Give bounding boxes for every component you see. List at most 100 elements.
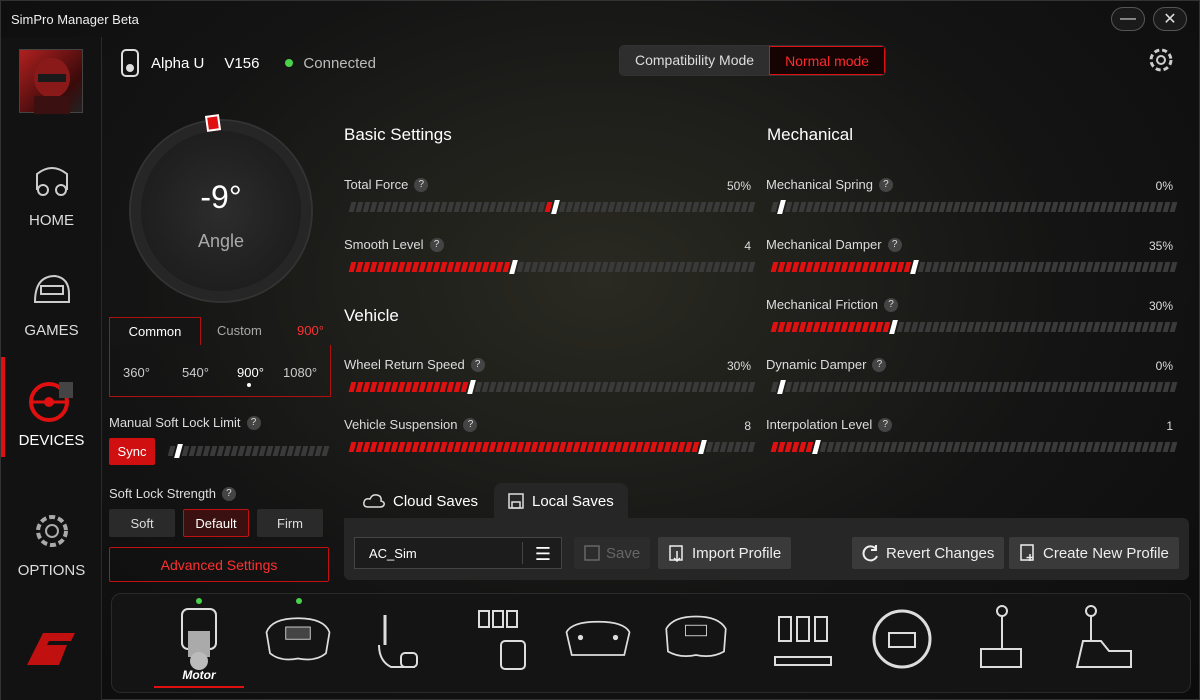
param-slider[interactable] (348, 440, 756, 454)
status-dot (285, 59, 294, 67)
help-icon[interactable]: ? (878, 417, 893, 432)
sidebar-item-devices[interactable]: DEVICES (1, 357, 102, 457)
pedal-set-icon[interactable] (471, 601, 541, 681)
device-header: Alpha U V156 Connected (119, 45, 376, 81)
cloud-saves-label: Cloud Saves (393, 492, 479, 510)
selected-indicator (247, 383, 251, 387)
param-value: 30% (726, 359, 751, 373)
help-icon[interactable]: ? (887, 237, 902, 252)
formula-wheel-outline-icon[interactable] (563, 601, 633, 681)
create-profile-label: Create New Profile (1043, 544, 1169, 562)
gt-wheel-icon[interactable] (661, 601, 731, 681)
param-value: 0% (1155, 359, 1173, 373)
revert-changes-button[interactable]: Revert Changes (852, 537, 1005, 569)
avatar[interactable] (19, 49, 83, 114)
selected-device-label: Motor (182, 668, 216, 682)
param-slider[interactable] (770, 320, 1178, 334)
slider-track-segment (747, 262, 756, 272)
tab-common[interactable]: Common (109, 317, 201, 345)
param-slider[interactable] (770, 200, 1178, 214)
param-slider[interactable] (770, 380, 1178, 394)
mechanical-title: Mechanical (767, 125, 853, 144)
help-icon[interactable]: ? (246, 415, 261, 430)
import-profile-label: Import Profile (692, 544, 782, 562)
param-slider[interactable] (770, 260, 1178, 274)
angle-option[interactable]: 540° (182, 365, 209, 380)
sidebar-item-games[interactable]: GAMES (1, 247, 102, 347)
close-button[interactable]: ✕ (1153, 7, 1187, 31)
sync-button[interactable]: Sync (109, 438, 155, 465)
compatibility-mode-button[interactable]: Compatibility Mode (620, 46, 770, 75)
minimize-button[interactable]: — (1111, 7, 1145, 31)
sidebar: HOME GAMES DEVICES OPTIONS (1, 37, 102, 700)
param-value: 4 (744, 239, 751, 253)
param-label-text: Mechanical Damper (766, 237, 882, 252)
round-wheel-icon[interactable] (867, 601, 937, 681)
tab-custom[interactable]: Custom (217, 317, 262, 345)
save-button[interactable]: Save (574, 537, 651, 569)
steering-wheel-icon (28, 382, 73, 422)
save-label: Save (606, 544, 641, 562)
soft-button[interactable]: Soft (109, 509, 175, 537)
help-icon[interactable]: ? (878, 177, 893, 192)
param-label: Smooth Level? (344, 237, 444, 252)
param-slider[interactable] (348, 200, 756, 214)
angle-option-selected[interactable]: 900° (237, 365, 264, 380)
local-saves-tab[interactable]: Local Saves (494, 483, 628, 519)
app-window: SimPro Manager Beta — ✕ HOME GAMES DEVIC… (0, 0, 1200, 700)
param-slider[interactable] (348, 260, 756, 274)
create-profile-button[interactable]: Create New Profile (1009, 537, 1179, 569)
soft-lock-label: Manual Soft Lock Limit ? (109, 415, 261, 430)
param-slider[interactable] (348, 380, 756, 394)
param-label: Mechanical Friction? (766, 297, 898, 312)
sidebar-item-home[interactable]: HOME (1, 137, 102, 237)
help-icon[interactable]: ? (872, 357, 887, 372)
param-label: Dynamic Damper? (766, 357, 887, 372)
help-icon[interactable]: ? (429, 237, 444, 252)
handbrake-icon[interactable] (967, 601, 1037, 681)
soft-lock-slider[interactable] (167, 444, 330, 458)
help-icon[interactable]: ? (414, 177, 429, 192)
help-icon[interactable]: ? (470, 357, 485, 372)
menu-icon[interactable]: ☰ (535, 544, 551, 565)
help-icon[interactable]: ? (884, 297, 898, 312)
param-label-text: Wheel Return Speed (344, 357, 465, 372)
slider-track-segment (1169, 322, 1178, 332)
profile-select[interactable]: AC_Sim ☰ (354, 537, 562, 569)
help-icon[interactable]: ? (221, 486, 236, 501)
angle-dial: -9° Angle (131, 121, 311, 301)
formula-wheel-icon[interactable] (263, 601, 333, 681)
param-label-text: Smooth Level (344, 237, 424, 252)
help-icon[interactable]: ? (463, 417, 478, 432)
angle-option[interactable]: 1080° (283, 365, 317, 380)
slider-track-segment (1169, 202, 1178, 212)
firm-button[interactable]: Firm (257, 509, 323, 537)
shifter-handbrake-icon[interactable] (371, 601, 441, 681)
save-disk-icon (584, 545, 600, 561)
selected-device-underline (154, 686, 244, 688)
device-name: Alpha U (151, 54, 205, 72)
slider-track-segment (747, 382, 756, 392)
app-title: SimPro Manager Beta (11, 11, 139, 27)
vehicle-title: Vehicle (344, 306, 399, 325)
cloud-saves-tab[interactable]: Cloud Saves (349, 483, 492, 519)
pedals-icon[interactable] (771, 601, 841, 681)
settings-gear-icon[interactable] (1147, 46, 1175, 74)
slider-track-segment (321, 446, 330, 456)
param-value: 35% (1148, 239, 1173, 253)
home-car-icon (35, 167, 68, 196)
angle-option[interactable]: 360° (123, 365, 150, 380)
param-slider[interactable] (770, 440, 1178, 454)
normal-mode-button[interactable]: Normal mode (769, 46, 886, 75)
motor-icon (121, 49, 139, 77)
sidebar-item-options[interactable]: OPTIONS (1, 487, 102, 587)
sequential-shifter-icon[interactable] (1069, 601, 1139, 681)
minimize-icon: — (1120, 10, 1136, 27)
import-profile-button[interactable]: Import Profile (658, 537, 792, 569)
default-button[interactable]: Default (183, 509, 249, 537)
param-value: 0% (1155, 179, 1173, 193)
advanced-settings-button[interactable]: Advanced Settings (109, 547, 329, 582)
param-label: Vehicle Suspension? (344, 417, 478, 432)
sidebar-item-label: HOME (29, 212, 74, 229)
param-label-text: Interpolation Level (766, 417, 873, 432)
